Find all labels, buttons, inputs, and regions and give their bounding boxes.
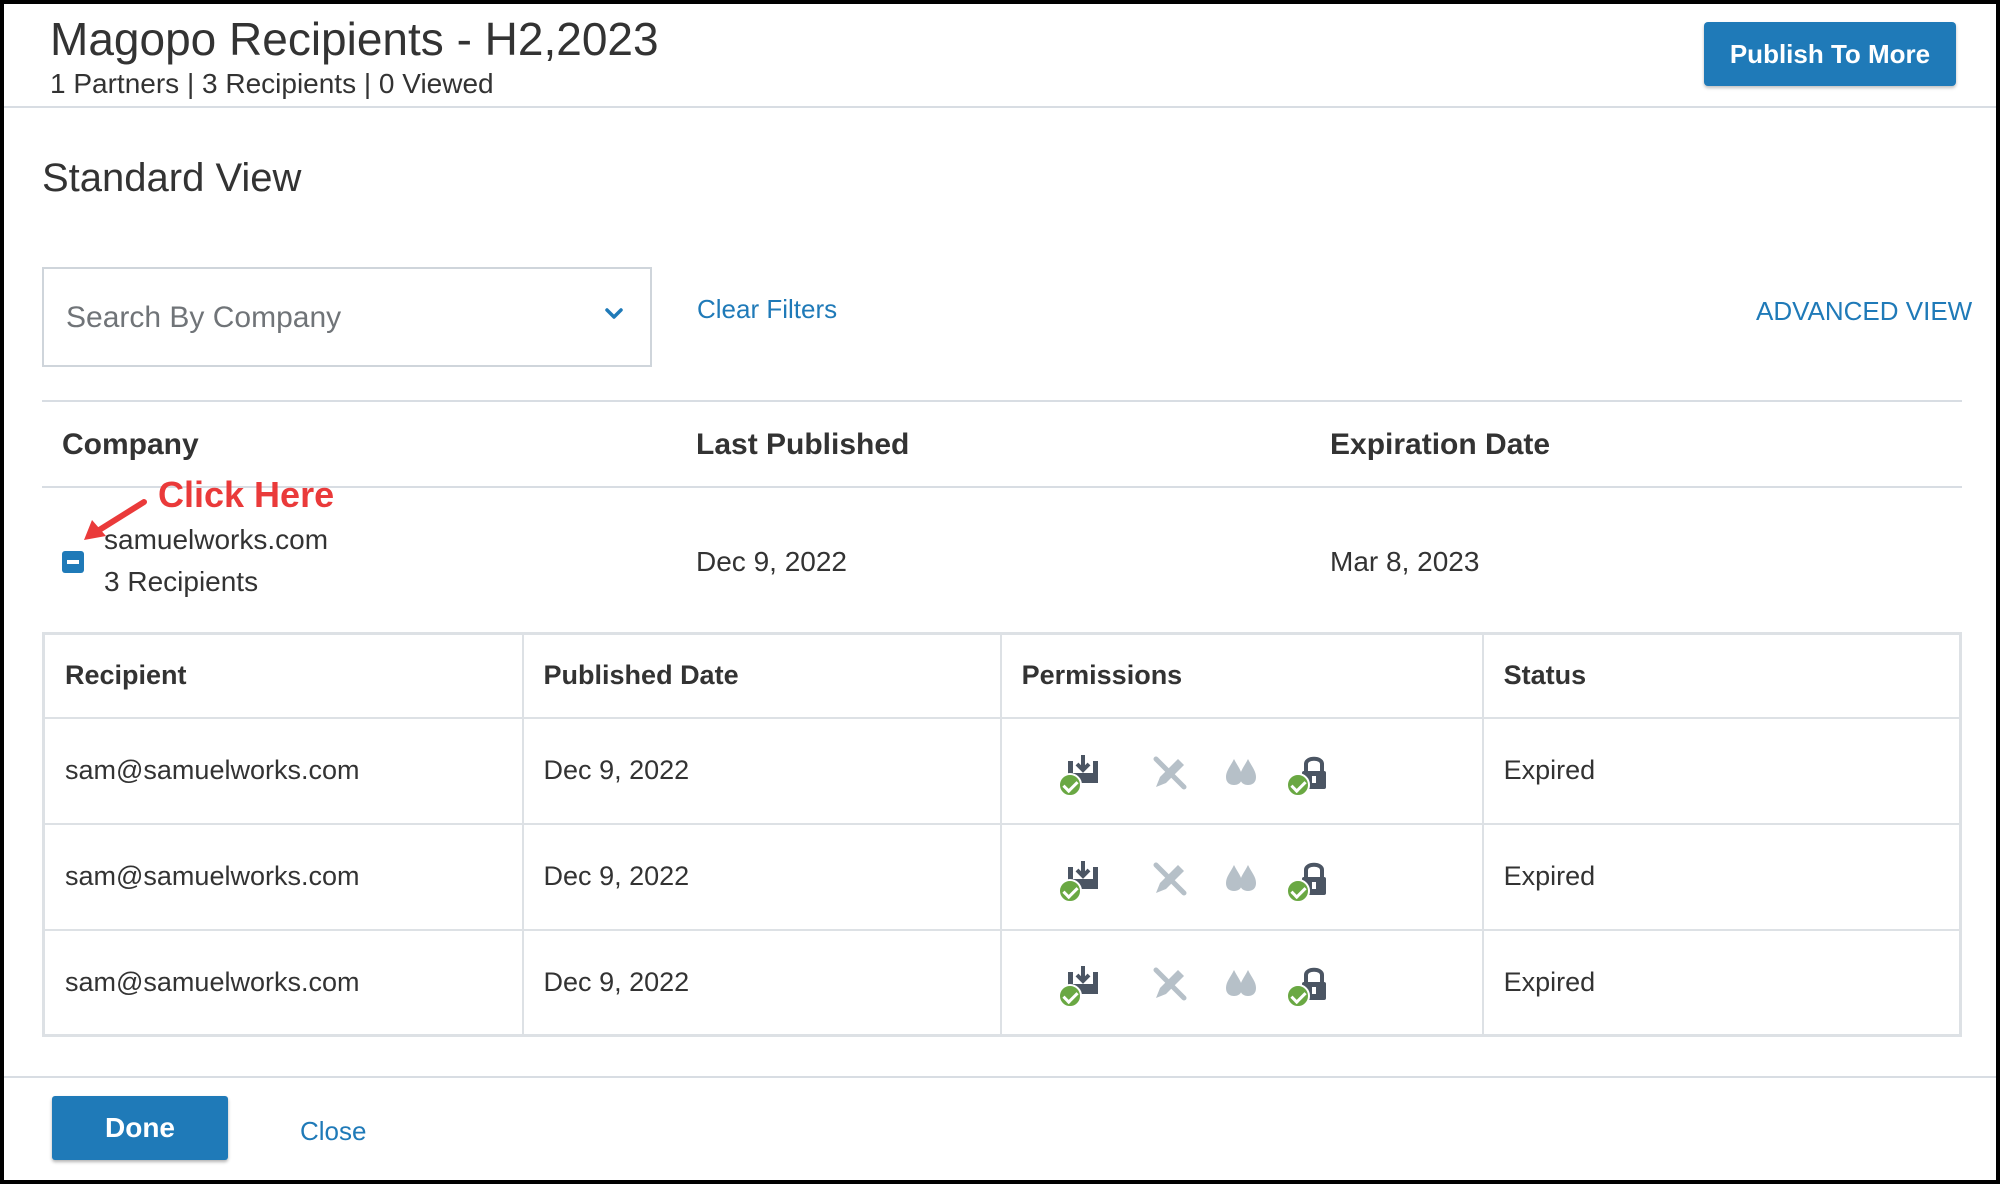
column-header-status: Status bbox=[1481, 632, 1962, 719]
check-icon bbox=[1057, 878, 1082, 903]
check-icon bbox=[1285, 984, 1310, 1009]
permissions-icons bbox=[1002, 847, 1482, 907]
watermark-icon bbox=[1220, 857, 1264, 901]
company-expiration-date: Mar 8, 2023 bbox=[1330, 546, 1480, 577]
recipient-email: sam@samuelworks.com bbox=[42, 928, 524, 1037]
done-button[interactable]: Done bbox=[52, 1096, 228, 1160]
published-date: Dec 9, 2022 bbox=[521, 716, 1002, 825]
published-date: Dec 9, 2022 bbox=[521, 822, 1002, 931]
edit-disabled-icon bbox=[1148, 751, 1192, 795]
recipients-table: Recipient Published Date Permissions Sta… bbox=[42, 632, 1962, 1037]
column-header-expiration-date: Expiration Date bbox=[1330, 428, 1551, 461]
permissions-cell bbox=[999, 822, 1484, 931]
edit-disabled-icon bbox=[1148, 962, 1192, 1006]
download-icon bbox=[1057, 962, 1106, 1009]
recipients-table-header-row: Recipient Published Date Permissions Sta… bbox=[42, 632, 1962, 719]
download-icon bbox=[1057, 751, 1106, 797]
page-subtitle: 1 Partners | 3 Recipients | 0 Viewed bbox=[50, 68, 494, 99]
header: Magopo Recipients - H2,2023 1 Partners |… bbox=[4, 4, 1996, 108]
close-link[interactable]: Close bbox=[300, 1116, 366, 1147]
collapse-toggle-button[interactable] bbox=[62, 551, 84, 573]
recipients-count: 3 Recipients bbox=[104, 566, 259, 597]
advanced-view-link[interactable]: ADVANCED VIEW bbox=[1756, 296, 1972, 327]
divider bbox=[42, 400, 1962, 402]
column-header-published-date: Published Date bbox=[521, 632, 1002, 719]
annotation-label: Click Here bbox=[158, 474, 335, 515]
table-row: sam@samuelworks.com Dec 9, 2022 Expired bbox=[42, 716, 1962, 825]
permissions-cell bbox=[999, 928, 1484, 1037]
lock-icon bbox=[1285, 751, 1336, 797]
watermark-icon bbox=[1220, 962, 1264, 1006]
page-title: Magopo Recipients - H2,2023 bbox=[50, 13, 659, 65]
clear-filters-link[interactable]: Clear Filters bbox=[697, 294, 837, 325]
status-value: Expired bbox=[1481, 822, 1962, 931]
check-icon bbox=[1285, 878, 1310, 903]
permissions-icons bbox=[1002, 952, 1482, 1012]
permissions-icons bbox=[1002, 741, 1482, 801]
download-icon bbox=[1057, 857, 1106, 903]
check-icon bbox=[1057, 984, 1082, 1009]
company-search-select[interactable]: Search By Company bbox=[42, 267, 652, 367]
chevron-down-icon[interactable] bbox=[599, 299, 629, 329]
column-header-permissions: Permissions bbox=[999, 632, 1484, 719]
footer: Done Close bbox=[4, 1076, 1996, 1180]
company-last-published: Dec 9, 2022 bbox=[696, 546, 847, 577]
column-header-recipient: Recipient bbox=[42, 632, 524, 719]
status-value: Expired bbox=[1481, 716, 1962, 825]
published-date: Dec 9, 2022 bbox=[521, 928, 1002, 1037]
table-row: sam@samuelworks.com Dec 9, 2022 Expired bbox=[42, 822, 1962, 931]
column-header-last-published: Last Published bbox=[696, 428, 910, 461]
recipient-email: sam@samuelworks.com bbox=[42, 822, 524, 931]
lock-icon bbox=[1285, 962, 1336, 1009]
permissions-cell bbox=[999, 716, 1484, 825]
publish-to-more-button[interactable]: Publish To More bbox=[1704, 22, 1956, 86]
view-title: Standard View bbox=[42, 156, 302, 200]
check-icon bbox=[1057, 772, 1082, 797]
recipient-email: sam@samuelworks.com bbox=[42, 716, 524, 825]
watermark-icon bbox=[1220, 751, 1264, 795]
status-value: Expired bbox=[1481, 928, 1962, 1037]
check-icon bbox=[1285, 772, 1310, 797]
column-header-company: Company bbox=[62, 428, 199, 461]
table-row: sam@samuelworks.com Dec 9, 2022 Expired bbox=[42, 928, 1962, 1037]
search-placeholder: Search By Company bbox=[66, 301, 342, 334]
edit-disabled-icon bbox=[1148, 857, 1192, 901]
company-name: samuelworks.com bbox=[104, 524, 329, 555]
lock-icon bbox=[1285, 857, 1336, 903]
